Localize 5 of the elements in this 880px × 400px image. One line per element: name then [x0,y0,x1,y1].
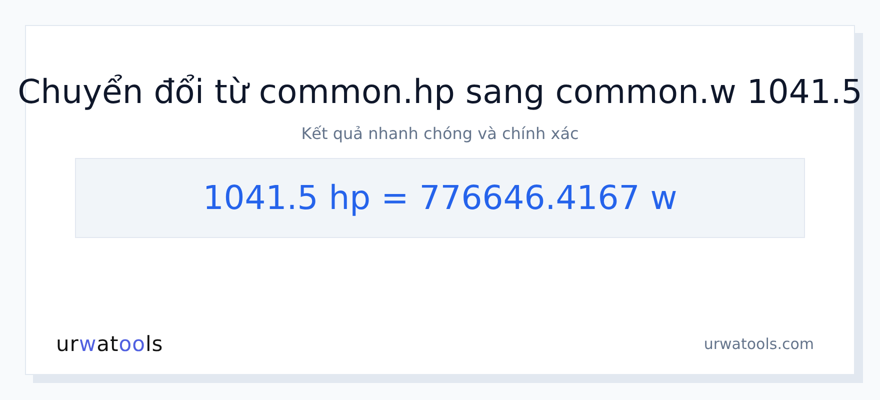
page-title: Chuyển đổi từ common.hp sang common.w 1041.5 [18,72,862,112]
site-url: urwatools.com [704,334,814,355]
result-text: 1041.5 hp = 776646.4167 w [202,176,678,219]
subtitle: Kết quả nhanh chóng và chính xác [301,122,579,145]
logo: urwatools [56,330,164,358]
